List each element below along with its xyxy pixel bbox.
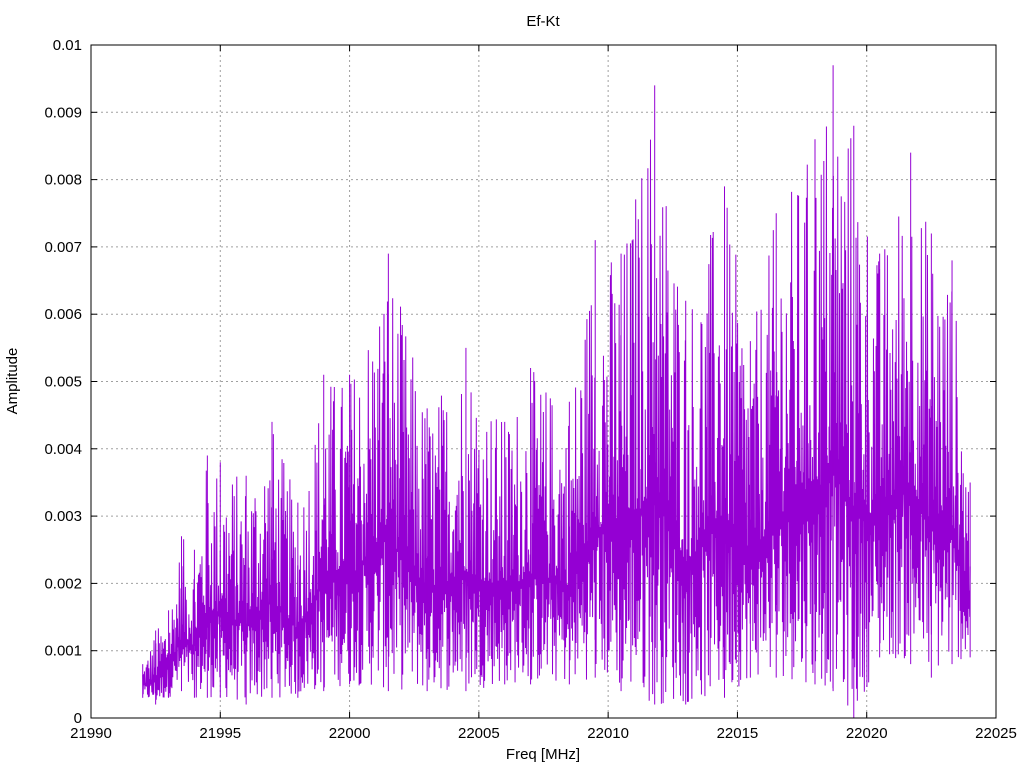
chart-title: Ef-Kt <box>526 13 560 30</box>
chart-canvas: Ef-Kt 21990 21995 22000 22005 22010 22015 2202… <box>4 13 1017 763</box>
y-axis-label: Amplitude <box>4 348 21 415</box>
x-tick-label: 22005 <box>458 725 500 742</box>
y-tick-label: 0.004 <box>44 441 82 458</box>
x-tick-label: 21995 <box>199 725 241 742</box>
x-tick-label: 22015 <box>717 725 759 742</box>
x-tick-label: 22000 <box>329 725 371 742</box>
y-tick-label: 0.002 <box>44 575 82 592</box>
series-line <box>142 126 971 706</box>
y-tick-label: 0.009 <box>44 104 82 121</box>
y-tick-label: 0.007 <box>44 239 82 256</box>
y-tick-label: 0.008 <box>44 172 82 189</box>
y-axis-tick-labels: 0 0.001 0.002 0.003 0.004 0.005 0.006 0.007 0.00… <box>44 37 82 727</box>
y-tick-label: 0.003 <box>44 508 82 525</box>
y-tick-label: 0.001 <box>44 643 82 660</box>
y-tick-label: 0 <box>74 710 82 727</box>
x-tick-label: 22025 <box>975 725 1017 742</box>
x-axis-label: Freq [MHz] <box>506 746 580 763</box>
x-tick-label: 22010 <box>587 725 629 742</box>
x-tick-label: 21990 <box>70 725 112 742</box>
x-tick-label: 22020 <box>846 725 888 742</box>
x-axis-tick-labels: 21990 21995 22000 22005 22010 22015 22020 22025 <box>70 725 1017 742</box>
plot-area <box>142 65 971 718</box>
y-tick-label: 0.01 <box>53 37 82 54</box>
y-tick-label: 0.005 <box>44 374 82 391</box>
y-tick-label: 0.006 <box>44 306 82 323</box>
